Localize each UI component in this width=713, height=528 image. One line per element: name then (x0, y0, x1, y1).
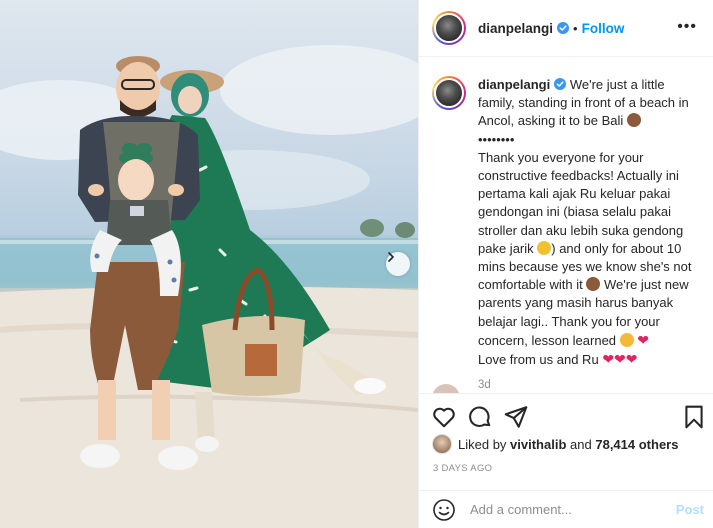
grimace-emoji-icon (537, 240, 552, 255)
chevron-right-icon (388, 252, 395, 262)
post-side-panel: dianpelangi • Follow ••• dianpelangi We'… (418, 0, 713, 528)
monkey-emoji-icon (586, 277, 601, 292)
likes-count[interactable]: 78,414 others (595, 437, 678, 452)
post-date: 3 DAYS AGO (433, 463, 493, 474)
heart-emoji-icon: ❤ (614, 351, 626, 368)
author-username[interactable]: dianpelangi (478, 21, 553, 36)
caption-time: 3d (478, 379, 491, 392)
post-comment-button[interactable]: Post (676, 502, 704, 517)
post-header: dianpelangi • Follow ••• (419, 0, 713, 57)
share-icon[interactable] (503, 404, 529, 430)
author-avatar[interactable] (432, 11, 466, 45)
next-comment-peek (432, 384, 460, 393)
heart-emoji-icon: ❤ (602, 351, 615, 368)
carousel-next-button[interactable] (386, 252, 410, 276)
smiley-emoji-icon[interactable] (432, 498, 456, 522)
verified-badge-icon (554, 78, 567, 90)
monkey-emoji-icon (626, 113, 641, 128)
post-photo[interactable] (0, 0, 418, 528)
likes-summary: Liked by vivithalib and 78,414 others (432, 434, 678, 454)
heart-icon[interactable] (431, 404, 457, 430)
commenter-avatar[interactable] (432, 384, 460, 393)
likes-prefix: Liked by (458, 436, 507, 452)
heart-emoji-icon: ❤ (625, 351, 638, 368)
caption-area: dianpelangi We're just a little family, … (419, 57, 713, 393)
caption-divider: •••••••• (478, 131, 515, 147)
heart-emoji-icon: ❤ (637, 331, 650, 348)
caption-author-avatar[interactable] (432, 76, 466, 110)
liker-avatar[interactable] (432, 434, 452, 454)
verified-badge-icon (557, 22, 570, 34)
comment-icon[interactable] (467, 404, 493, 430)
comment-box: Post (419, 490, 713, 528)
liker-username[interactable]: vivithalib (510, 437, 566, 452)
caption-line-3: Love from us and Ru (478, 352, 599, 368)
caption-text: dianpelangi We're just a little family, … (478, 76, 702, 369)
bookmark-icon[interactable] (681, 404, 707, 430)
family-beach-illustration (0, 45, 418, 528)
caption-username[interactable]: dianpelangi (478, 77, 550, 92)
more-options-icon[interactable]: ••• (677, 18, 697, 36)
likes-middle: and (570, 436, 592, 452)
comment-input[interactable] (470, 502, 660, 517)
follow-button[interactable]: Follow (582, 21, 625, 36)
header-separator: • (573, 20, 578, 36)
kiss-emoji-icon (619, 332, 634, 347)
